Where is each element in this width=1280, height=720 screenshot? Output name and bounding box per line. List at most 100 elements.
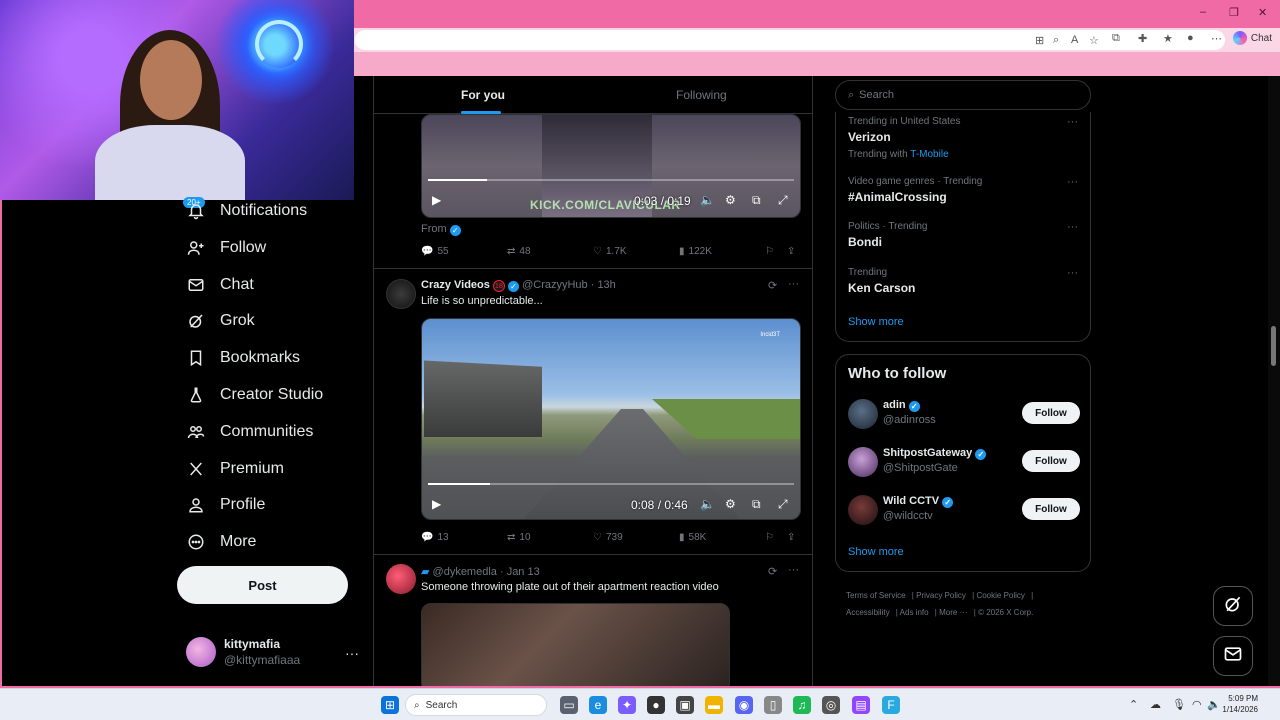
scrollbar-thumb[interactable]: [1271, 326, 1276, 366]
volume-icon[interactable]: 🔈: [700, 193, 715, 207]
microphone-icon[interactable]: 🎙: [1172, 698, 1186, 711]
post3-handle[interactable]: @dykemedla: [433, 566, 497, 578]
follow-suggestion[interactable]: Wild CCTV ✓ @wildcctv Follow: [848, 495, 1080, 527]
post1-progress-bar[interactable]: [428, 179, 794, 181]
post-more-icon[interactable]: ···: [788, 564, 799, 576]
footer-link[interactable]: Accessibility: [846, 608, 890, 617]
follow-suggestion[interactable]: adin ✓ @adinross Follow: [848, 399, 1080, 431]
nav-item-grok[interactable]: Grok: [186, 307, 255, 335]
follow-button[interactable]: Follow: [1022, 498, 1080, 520]
copilot-app-icon[interactable]: ✦: [618, 696, 636, 714]
nav-item-more[interactable]: More: [186, 528, 256, 556]
tab-for-you[interactable]: For you: [461, 88, 505, 102]
onedrive-icon[interactable]: ☁: [1150, 698, 1161, 711]
post2-video[interactable]: Incid3T ▶ 0:08 / 0:46 🔈 ⚙ ⧉ ⤢: [421, 318, 801, 520]
grok-explain-icon[interactable]: ⟳: [768, 565, 777, 578]
footer-link[interactable]: Privacy Policy: [916, 591, 966, 600]
minimize-button[interactable]: –: [1200, 6, 1206, 18]
post-button[interactable]: Post: [177, 566, 348, 604]
post3-avatar[interactable]: [386, 564, 416, 594]
like-button[interactable]: ♡ 739: [593, 532, 623, 543]
who-to-follow-show-more-link[interactable]: Show more: [848, 546, 904, 558]
post1-video[interactable]: KICK.COM/CLAVICULAR ▶ 0:03 / 0:19 🔈 ⚙ ⧉ …: [421, 114, 801, 218]
post2-progress-bar[interactable]: [428, 483, 794, 485]
share-button[interactable]: ⇪: [787, 246, 795, 257]
read-aloud-icon[interactable]: A: [1071, 34, 1078, 46]
zoom-icon[interactable]: ⌕: [1053, 34, 1059, 47]
trends-show-more-link[interactable]: Show more: [848, 316, 904, 328]
trend-more-icon[interactable]: ···: [1067, 267, 1078, 279]
post2-time[interactable]: · 13h: [591, 279, 616, 291]
volume-icon[interactable]: 🔈: [1207, 698, 1221, 711]
document-icon[interactable]: ▯: [764, 696, 782, 714]
edge-browser-icon[interactable]: e: [589, 696, 607, 714]
post2-author-name[interactable]: Crazy Videos: [421, 279, 490, 291]
nav-item-premium[interactable]: Premium: [186, 455, 284, 483]
trend-item[interactable]: Trending in United States Verizon Trendi…: [848, 116, 1078, 160]
page-scrollbar[interactable]: [1268, 76, 1280, 688]
post3-video[interactable]: [421, 603, 730, 688]
post-more-icon[interactable]: ···: [788, 278, 799, 290]
taskbar-clock[interactable]: 5:09 PM 1/14/2026: [1222, 693, 1258, 715]
nav-item-notifications[interactable]: Notifications: [186, 197, 307, 225]
address-bar[interactable]: ⊞ ⌕ A ☆: [355, 30, 1225, 50]
messages-float-button[interactable]: [1213, 636, 1253, 676]
settings-icon[interactable]: ⚙: [725, 193, 736, 207]
extensions-icon[interactable]: ✚: [1138, 32, 1147, 45]
app-icon[interactable]: ●: [647, 696, 665, 714]
bookmark-button[interactable]: ⚐: [765, 246, 774, 257]
reply-button[interactable]: 💬 55: [421, 246, 449, 257]
play-icon[interactable]: ▶: [432, 497, 441, 511]
twitch-icon[interactable]: ▤: [852, 696, 870, 714]
obs-icon[interactable]: ◎: [822, 696, 840, 714]
pip-icon[interactable]: ⧉: [752, 497, 761, 512]
post3-time[interactable]: · Jan 13: [500, 566, 540, 578]
trend-more-icon[interactable]: ···: [1067, 221, 1078, 233]
tab-following[interactable]: Following: [676, 88, 727, 102]
task-view-icon[interactable]: ▭: [560, 696, 578, 714]
account-switcher[interactable]: kittymafia @kittymafiaaa: [186, 637, 300, 667]
close-window-button[interactable]: ✕: [1258, 6, 1267, 19]
trend-with-link[interactable]: T-Mobile: [910, 149, 948, 160]
footer-link[interactable]: Ads info: [900, 608, 929, 617]
repost-button[interactable]: ⇄ 10: [507, 532, 531, 543]
app-icon[interactable]: ⊞: [1035, 34, 1044, 47]
views-button[interactable]: ▮ 122K: [679, 246, 712, 257]
nav-item-follow[interactable]: Follow: [186, 234, 266, 262]
grok-explain-icon[interactable]: ⟳: [768, 279, 777, 292]
settings-icon[interactable]: ⚙: [725, 497, 736, 511]
trend-more-icon[interactable]: ···: [1067, 116, 1078, 128]
store-icon[interactable]: ▣: [676, 696, 694, 714]
post2-handle[interactable]: @CrazyyHub: [522, 279, 588, 291]
maximize-button[interactable]: ❐: [1229, 6, 1239, 19]
copilot-chat-button[interactable]: Chat: [1232, 31, 1272, 45]
play-icon[interactable]: ▶: [432, 193, 441, 207]
split-screen-icon[interactable]: ⧉: [1112, 32, 1120, 45]
nav-item-bookmarks[interactable]: Bookmarks: [186, 344, 300, 372]
trend-item[interactable]: Video game genres · Trending #AnimalCros…: [848, 176, 1078, 204]
wifi-icon[interactable]: ◠: [1192, 698, 1202, 711]
browser-menu-icon[interactable]: ⋯: [1211, 32, 1222, 45]
trend-item[interactable]: Trending Ken Carson ···: [848, 267, 1078, 295]
tray-chevron-icon[interactable]: ⌃: [1129, 698, 1138, 711]
app-f-icon[interactable]: F: [882, 696, 900, 714]
footer-link[interactable]: Cookie Policy: [976, 591, 1024, 600]
windows-start-icon[interactable]: ⊞: [381, 696, 399, 714]
trend-item[interactable]: Politics · Trending Bondi ···: [848, 221, 1078, 249]
post2-avatar[interactable]: [386, 279, 416, 309]
follow-button[interactable]: Follow: [1022, 450, 1080, 472]
views-button[interactable]: ▮ 58K: [679, 532, 706, 543]
search-input[interactable]: ⌕ Search: [835, 80, 1091, 110]
profile-icon[interactable]: ●: [1187, 32, 1194, 44]
nav-item-communities[interactable]: Communities: [186, 418, 313, 446]
pip-icon[interactable]: ⧉: [752, 193, 761, 208]
footer-link[interactable]: More ···: [939, 608, 967, 617]
nav-item-creator-studio[interactable]: Creator Studio: [186, 381, 323, 409]
repost-button[interactable]: ⇄ 48: [507, 246, 531, 257]
fullscreen-icon[interactable]: ⤢: [778, 193, 788, 208]
nav-item-profile[interactable]: Profile: [186, 491, 265, 519]
trend-more-icon[interactable]: ···: [1067, 176, 1078, 188]
footer-link[interactable]: Terms of Service: [846, 591, 906, 600]
bookmark-button[interactable]: ⚐: [765, 532, 774, 543]
account-more-icon[interactable]: ···: [345, 645, 359, 661]
